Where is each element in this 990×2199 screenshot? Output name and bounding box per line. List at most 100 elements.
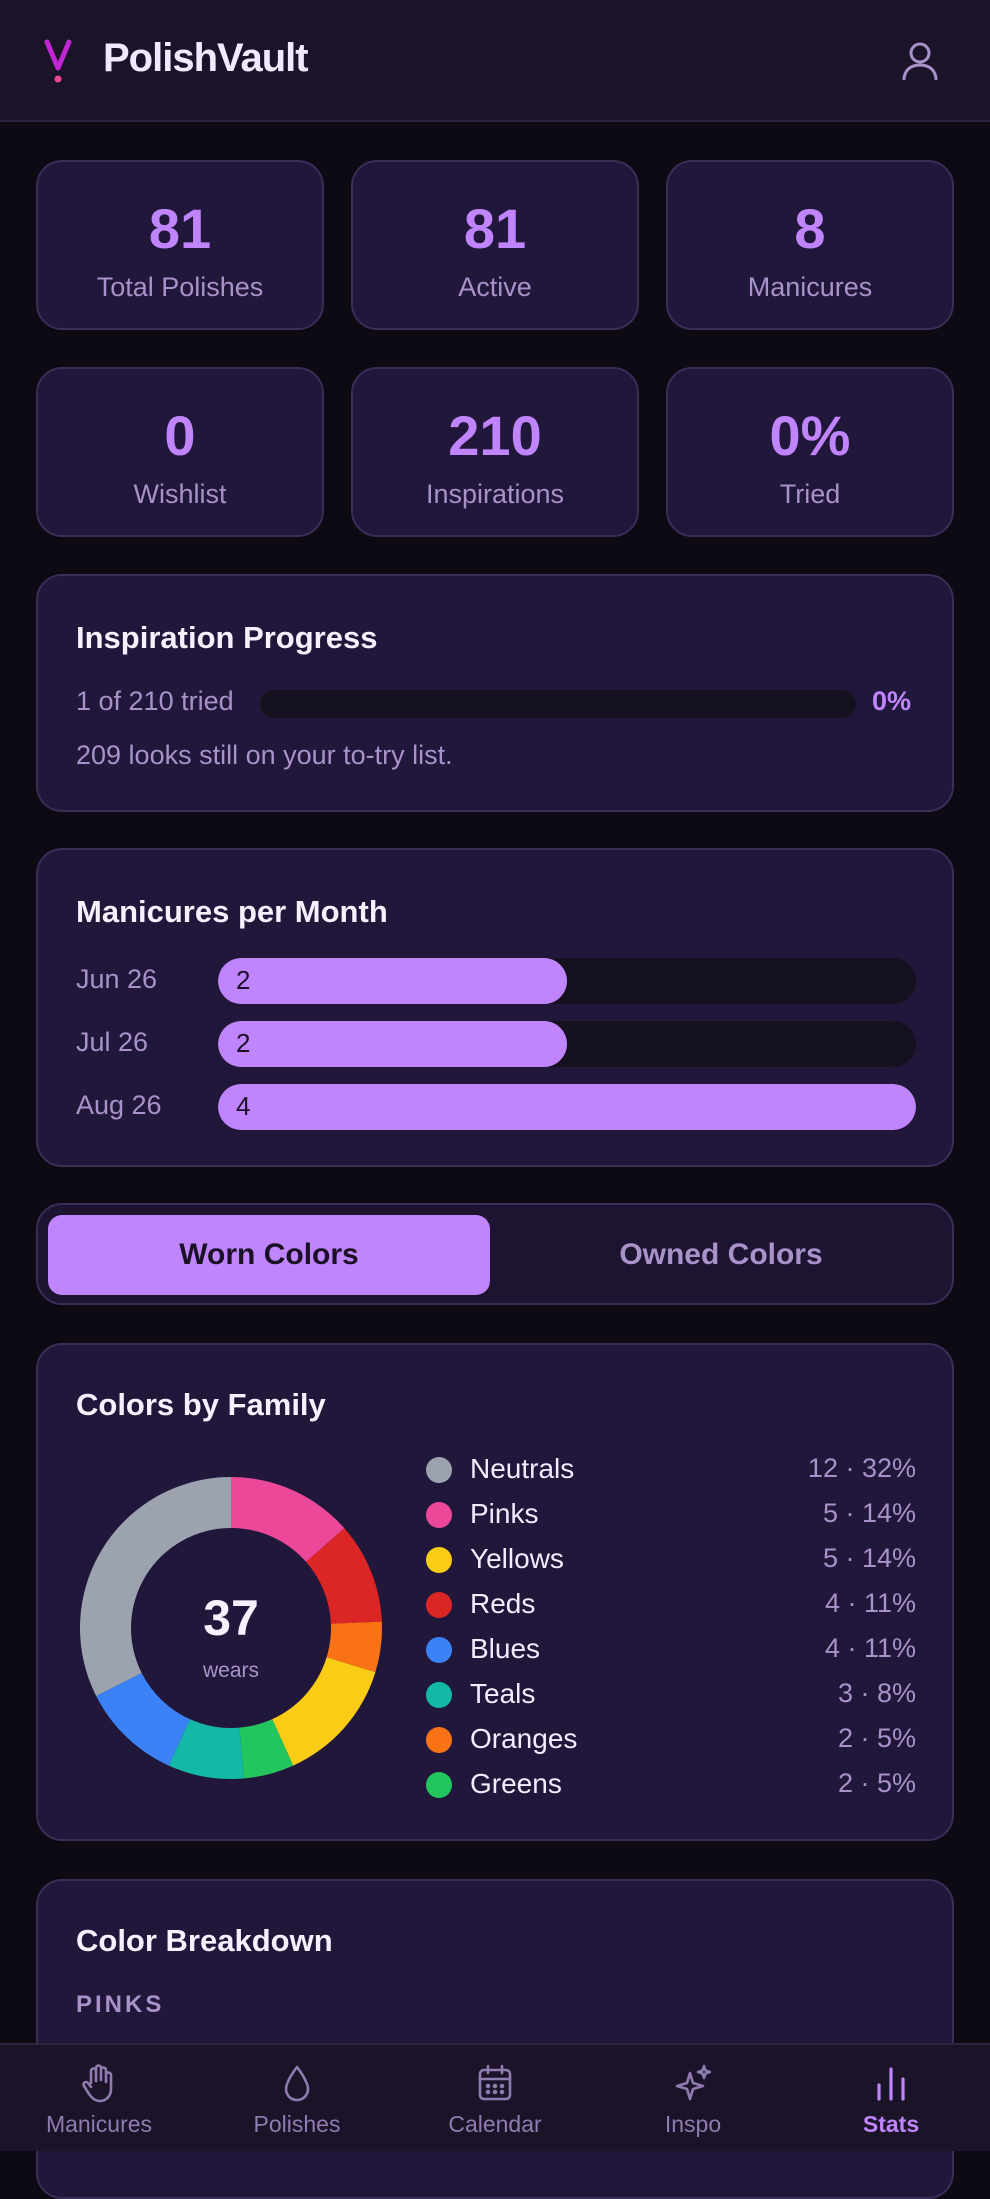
section-title: Inspiration Progress — [76, 620, 378, 655]
month-bar-track: 2 — [218, 958, 916, 1004]
nav-polishes[interactable]: Polishes — [198, 2045, 396, 2153]
colors-by-family-card: Colors by Family 37 wears Neutrals 12 · 3… — [36, 1343, 954, 1841]
nav-stats[interactable]: Stats — [792, 2045, 990, 2153]
bottom-nav: Manicures Polishes Calendar Inspo Stats — [0, 2043, 990, 2151]
owned-colors-tab[interactable]: Owned Colors — [500, 1215, 942, 1295]
nav-label: Stats — [862, 2111, 920, 2137]
month-bar: 2 — [218, 958, 567, 1004]
stat-label: Active — [458, 272, 532, 302]
nav-label: Manicures — [45, 2111, 153, 2137]
stat-card-manicures: 8 Manicures — [666, 160, 954, 330]
legend-item-blues: Blues 4 · 11% — [426, 1631, 916, 1671]
month-label: Jun 26 — [76, 964, 158, 994]
stat-card-wishlist: 0 Wishlist — [36, 367, 324, 537]
user-profile-icon[interactable] — [900, 40, 940, 82]
legend-value: 3 · 8% — [837, 1678, 916, 1708]
bar-chart-icon — [877, 2067, 905, 2101]
legend-item-neutrals: Neutrals 12 · 32% — [426, 1451, 916, 1491]
month-bar: 4 — [218, 1084, 916, 1130]
inspiration-progress-card: Inspiration Progress 1 of 210 tried 0% 2… — [36, 574, 954, 812]
polish-logo-icon — [44, 39, 72, 83]
app-header: PolishVault — [0, 0, 990, 122]
legend-name: Neutrals — [470, 1453, 575, 1484]
month-bar-value: 2 — [236, 1028, 251, 1058]
stat-label: Tried — [779, 479, 841, 509]
stat-value: 0 — [164, 404, 196, 467]
stat-card-tried: 0% Tried — [666, 367, 954, 537]
progress-tried-text: 1 of 210 tried — [76, 686, 234, 716]
sparkle-icon — [675, 2064, 711, 2101]
legend-name: Pinks — [470, 1498, 539, 1529]
legend-swatch — [426, 1592, 452, 1618]
legend-item-reds: Reds 4 · 11% — [426, 1586, 916, 1626]
legend-item-yellows: Yellows 5 · 14% — [426, 1541, 916, 1581]
legend-value: 5 · 14% — [822, 1498, 916, 1528]
stat-value: 8 — [794, 197, 826, 260]
app-title: PolishVault — [103, 36, 309, 80]
nav-label: Polishes — [253, 2111, 341, 2137]
progress-track — [260, 690, 856, 718]
nav-label: Inspo — [664, 2111, 722, 2137]
legend-value: 2 · 5% — [837, 1768, 916, 1798]
legend-swatch — [426, 1682, 452, 1708]
month-label: Aug 26 — [76, 1090, 162, 1120]
legend-name: Oranges — [470, 1723, 578, 1754]
legend-item-teals: Teals 3 · 8% — [426, 1676, 916, 1716]
legend-name: Teals — [470, 1678, 536, 1709]
legend-value: 4 · 11% — [824, 1588, 916, 1618]
nav-calendar[interactable]: Calendar — [396, 2045, 594, 2153]
stat-label: Manicures — [747, 272, 873, 302]
legend-swatch — [426, 1772, 452, 1798]
manicures-per-month-card: Manicures per Month Jun 26 2 Jul 26 2 Aug 26… — [36, 848, 954, 1167]
legend-swatch — [426, 1502, 452, 1528]
section-title: Manicures per Month — [76, 894, 388, 929]
drop-icon — [284, 2065, 310, 2102]
donut-total: 37 — [203, 1590, 259, 1646]
legend-value: 4 · 11% — [824, 1633, 916, 1663]
stat-card-total-polishes: 81 Total Polishes — [36, 160, 324, 330]
legend-item-pinks: Pinks 5 · 14% — [426, 1496, 916, 1536]
month-label: Jul 26 — [76, 1027, 149, 1057]
legend-item-greens: Greens 2 · 5% — [426, 1766, 916, 1806]
legend-swatch — [426, 1637, 452, 1663]
stat-label: Inspirations — [425, 479, 565, 509]
stat-value: 81 — [463, 197, 527, 260]
stat-value: 0% — [769, 404, 851, 467]
colors-donut-chart: 37 wears — [80, 1477, 382, 1779]
worn-colors-tab[interactable]: Worn Colors — [48, 1215, 490, 1295]
stat-value: 81 — [148, 197, 212, 260]
legend-value: 2 · 5% — [837, 1723, 916, 1753]
calendar-icon — [478, 2064, 512, 2101]
legend-name: Greens — [470, 1768, 562, 1799]
stat-label: Total Polishes — [96, 272, 264, 302]
nav-inspo[interactable]: Inspo — [594, 2045, 792, 2153]
nav-label: Calendar — [448, 2111, 542, 2137]
month-bar-track: 4 — [218, 1084, 916, 1130]
section-title: Colors by Family — [76, 1387, 326, 1422]
donut-slice-yellows — [272, 1657, 376, 1766]
breakdown-group-label: PINKS — [76, 1991, 165, 2018]
section-title: Color Breakdown — [76, 1923, 333, 1958]
stat-label: Wishlist — [133, 479, 227, 509]
month-bar-value: 4 — [236, 1091, 251, 1121]
legend-value: 5 · 14% — [822, 1543, 916, 1573]
stat-card-active: 81 Active — [351, 160, 639, 330]
legend-swatch — [426, 1457, 452, 1483]
month-row: Jun 26 2 — [76, 958, 956, 1004]
legend-item-oranges: Oranges 2 · 5% — [426, 1721, 916, 1761]
month-bar: 2 — [218, 1021, 567, 1067]
nav-manicures[interactable]: Manicures — [0, 2045, 198, 2153]
legend-name: Yellows — [470, 1543, 564, 1574]
color-mode-toggle: Worn Colors Owned Colors — [36, 1203, 954, 1305]
legend-value: 12 · 32% — [807, 1453, 916, 1483]
month-bar-track: 2 — [218, 1021, 916, 1067]
month-row: Jul 26 2 — [76, 1021, 956, 1067]
donut-total-unit: wears — [202, 1659, 259, 1682]
stat-card-inspirations: 210 Inspirations — [351, 367, 639, 537]
month-row: Aug 26 4 — [76, 1084, 956, 1130]
hand-icon — [82, 2064, 113, 2103]
legend-swatch — [426, 1547, 452, 1573]
legend-swatch — [426, 1727, 452, 1753]
legend-name: Blues — [470, 1633, 541, 1664]
month-bar-value: 2 — [236, 965, 251, 995]
